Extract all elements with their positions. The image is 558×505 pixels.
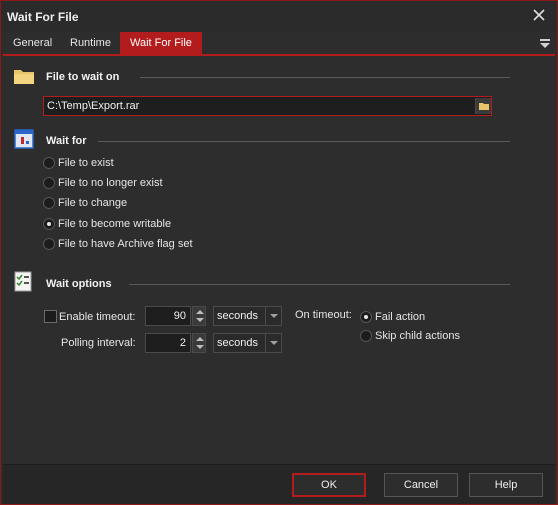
- radio-label: File to no longer exist: [58, 177, 163, 189]
- section-divider: [129, 284, 510, 285]
- radio-button-selected[interactable]: [43, 218, 55, 230]
- chevron-down-icon[interactable]: [265, 334, 281, 352]
- on-timeout-label: On timeout:: [295, 309, 352, 321]
- chevron-down-icon[interactable]: [265, 307, 281, 325]
- radio-label: File to have Archive flag set: [58, 238, 193, 250]
- enable-timeout-label: Enable timeout:: [59, 311, 136, 323]
- timeout-value: 90: [173, 310, 186, 322]
- close-icon[interactable]: [531, 7, 547, 23]
- cancel-button[interactable]: Cancel: [384, 473, 458, 497]
- tab-wait-for-file[interactable]: Wait For File: [120, 32, 202, 54]
- polling-interval-input[interactable]: 2: [145, 333, 191, 353]
- wait-icon: [13, 128, 35, 150]
- radio-button[interactable]: [43, 197, 55, 209]
- polling-value: 2: [179, 337, 186, 349]
- checklist-icon: [13, 270, 35, 292]
- ok-button[interactable]: OK: [292, 473, 366, 497]
- radio-label: Skip child actions: [375, 330, 460, 342]
- file-path-value: C:\Temp\Export.rar: [47, 100, 140, 112]
- radio-label: File to change: [58, 197, 128, 209]
- browse-folder-button[interactable]: [475, 98, 491, 114]
- timeout-input[interactable]: 90: [145, 306, 191, 326]
- section-title-wait-options: Wait options: [46, 278, 112, 290]
- section-divider: [98, 141, 510, 142]
- radio-label: File to become writable: [58, 218, 172, 230]
- radio-label: File to exist: [58, 157, 114, 169]
- stepper-down-icon[interactable]: [196, 345, 204, 349]
- radio-button-selected[interactable]: [360, 311, 372, 323]
- timeout-stepper[interactable]: [192, 306, 206, 326]
- tab-runtime[interactable]: Runtime: [60, 32, 121, 54]
- tab-content: File to wait on C:\Temp\Export.rar Wait …: [3, 56, 555, 464]
- radio-label: Fail action: [375, 311, 426, 323]
- tab-strip: General Runtime Wait For File: [3, 32, 555, 54]
- tab-general[interactable]: General: [3, 32, 62, 54]
- radio-button[interactable]: [43, 177, 55, 189]
- radio-button[interactable]: [43, 238, 55, 250]
- timeout-unit-select[interactable]: seconds: [213, 306, 282, 326]
- help-button[interactable]: Help: [469, 473, 543, 497]
- stepper-up-icon[interactable]: [196, 337, 204, 341]
- stepper-down-icon[interactable]: [196, 318, 204, 322]
- window-title: Wait For File: [7, 10, 79, 24]
- section-divider: [140, 77, 510, 78]
- dialog-footer: OK Cancel Help: [3, 464, 555, 504]
- wait-for-file-dialog: Wait For File General Runtime Wait For F…: [0, 0, 558, 505]
- polling-stepper[interactable]: [192, 333, 206, 353]
- radio-button[interactable]: [43, 157, 55, 169]
- section-title-wait-for: Wait for: [46, 135, 87, 147]
- polling-unit-value: seconds: [217, 337, 258, 349]
- polling-interval-label: Polling interval:: [61, 337, 136, 349]
- section-title-file: File to wait on: [46, 71, 120, 83]
- radio-button[interactable]: [360, 330, 372, 342]
- title-bar: Wait For File: [1, 1, 557, 31]
- file-path-input[interactable]: C:\Temp\Export.rar: [43, 96, 492, 116]
- tab-menu-icon[interactable]: [539, 37, 551, 49]
- folder-icon: [13, 65, 35, 87]
- polling-unit-select[interactable]: seconds: [213, 333, 282, 353]
- stepper-up-icon[interactable]: [196, 310, 204, 314]
- enable-timeout-checkbox[interactable]: [44, 310, 57, 323]
- timeout-unit-value: seconds: [217, 310, 258, 322]
